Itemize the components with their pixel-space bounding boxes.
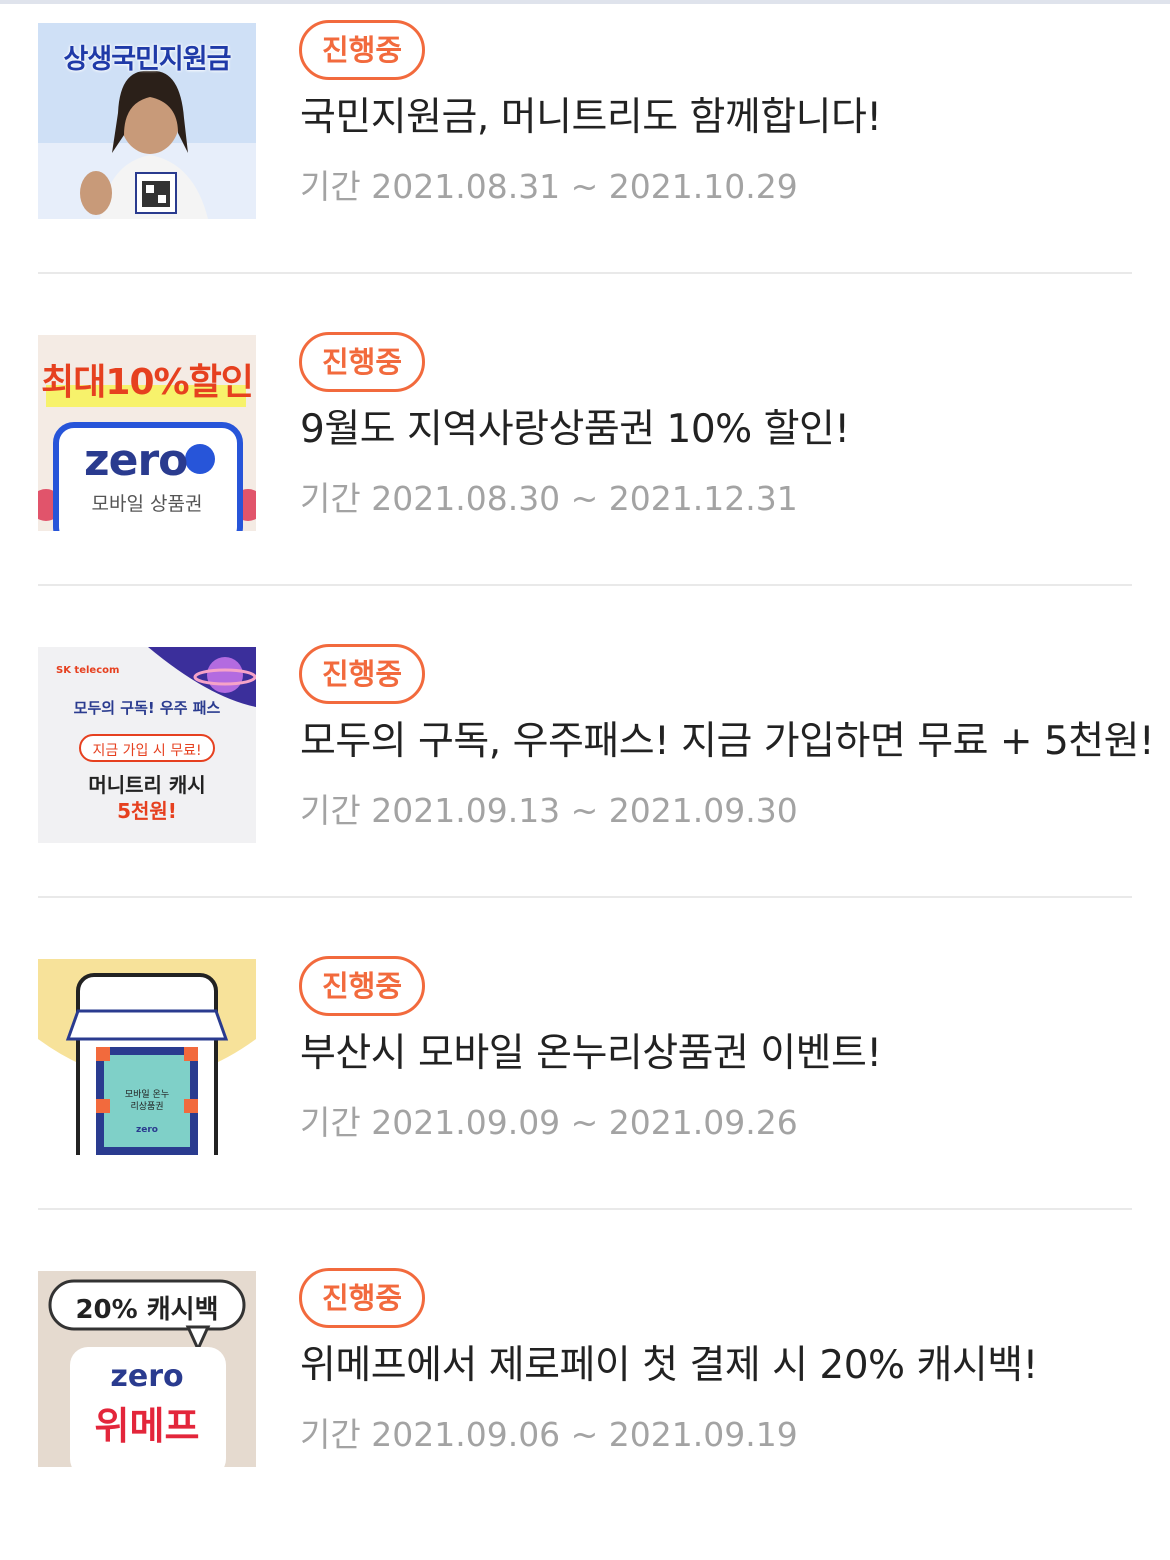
thumbnail-brand: SK telecom bbox=[56, 665, 120, 676]
event-period: 기간 2021.09.09 ~ 2021.09.26 bbox=[300, 1096, 798, 1144]
period-label: 기간 bbox=[300, 1415, 361, 1454]
period-dates: 2021.08.31 ~ 2021.10.29 bbox=[371, 167, 798, 206]
event-period: 기간 2021.08.31 ~ 2021.10.29 bbox=[300, 160, 798, 208]
event-thumbnail[interactable]: 최대10%할인 zero 모바일 상품권 bbox=[38, 335, 256, 531]
thumbnail-brand: zero bbox=[110, 1359, 184, 1394]
thumbnail-caption: 상생국민지원금 bbox=[63, 44, 232, 75]
period-label: 기간 bbox=[300, 167, 361, 206]
event-title[interactable]: 모두의 구독, 우주패스! 지금 가입하면 무료 + 5천원! bbox=[300, 710, 1170, 766]
thumbnail-brand: zero bbox=[136, 1125, 158, 1135]
period-dates: 2021.09.09 ~ 2021.09.26 bbox=[371, 1103, 798, 1142]
status-badge: 진행중 bbox=[299, 332, 425, 392]
event-item[interactable]: 상생국민지원금 진행중 국민지원금, 머니트리도 함께합니다! 기간 2021.… bbox=[0, 0, 1170, 312]
event-title[interactable]: 9월도 지역사랑상품권 10% 할인! bbox=[300, 398, 850, 454]
event-item[interactable]: 20% 캐시백 zero 위메프 진행중 위메프에서 제로페이 첫 결제 시 2… bbox=[0, 1248, 1170, 1560]
event-title[interactable]: 국민지원금, 머니트리도 함께합니다! bbox=[300, 86, 882, 142]
thumbnail-caption: 모두의 구독! 우주 패스 bbox=[73, 699, 221, 717]
divider bbox=[38, 272, 1132, 274]
event-thumbnail[interactable]: 20% 캐시백 zero 위메프 bbox=[38, 1271, 256, 1467]
status-badge: 진행중 bbox=[299, 1268, 425, 1328]
status-badge: 진행중 bbox=[299, 20, 425, 80]
divider bbox=[38, 1208, 1132, 1210]
event-period: 기간 2021.09.13 ~ 2021.09.30 bbox=[300, 784, 798, 832]
period-dates: 2021.09.13 ~ 2021.09.30 bbox=[371, 791, 798, 830]
event-period: 기간 2021.08.30 ~ 2021.12.31 bbox=[300, 472, 798, 520]
status-badge: 진행중 bbox=[299, 956, 425, 1016]
event-period: 기간 2021.09.06 ~ 2021.09.19 bbox=[300, 1408, 798, 1456]
period-label: 기간 bbox=[300, 1103, 361, 1142]
period-label: 기간 bbox=[300, 479, 361, 518]
thumbnail-caption: 20% 캐시백 bbox=[75, 1295, 219, 1325]
status-badge: 진행중 bbox=[299, 644, 425, 704]
thumbnail-subcaption: 위메프 bbox=[94, 1404, 200, 1448]
event-thumbnail[interactable]: 상생국민지원금 bbox=[38, 23, 256, 219]
event-thumbnail[interactable]: SK telecom 모두의 구독! 우주 패스 지금 가입 시 무료! 머니트… bbox=[38, 647, 256, 843]
period-dates: 2021.09.06 ~ 2021.09.19 bbox=[371, 1415, 798, 1454]
period-dates: 2021.08.30 ~ 2021.12.31 bbox=[371, 479, 798, 518]
thumbnail-subcaption: 모바일 상품권 bbox=[91, 493, 203, 515]
period-label: 기간 bbox=[300, 791, 361, 830]
event-item[interactable]: SK telecom 모두의 구독! 우주 패스 지금 가입 시 무료! 머니트… bbox=[0, 624, 1170, 936]
divider bbox=[38, 584, 1132, 586]
event-title[interactable]: 부산시 모바일 온누리상품권 이벤트! bbox=[300, 1022, 882, 1078]
thumbnail-caption: 모바일 온누리상품권 bbox=[124, 1090, 170, 1112]
divider bbox=[38, 896, 1132, 898]
thumbnail-subcaption: 지금 가입 시 무료! bbox=[92, 743, 202, 759]
thumbnail-caption: 최대10%할인 bbox=[41, 362, 254, 403]
event-title[interactable]: 위메프에서 제로페이 첫 결제 시 20% 캐시백! bbox=[300, 1334, 1038, 1390]
thumbnail-brand: zero bbox=[84, 435, 188, 486]
thumbnail-subcaption: 머니트리 캐시 bbox=[88, 773, 206, 797]
event-item[interactable]: 모바일 온누리상품권 zero 진행중 부산시 모바일 온누리상품권 이벤트! … bbox=[0, 936, 1170, 1248]
thumbnail-subcaption: 5천원! bbox=[117, 799, 177, 823]
event-thumbnail[interactable]: 모바일 온누리상품권 zero bbox=[38, 959, 256, 1155]
event-item[interactable]: 최대10%할인 zero 모바일 상품권 진행중 9월도 지역사랑상품권 10%… bbox=[0, 312, 1170, 624]
